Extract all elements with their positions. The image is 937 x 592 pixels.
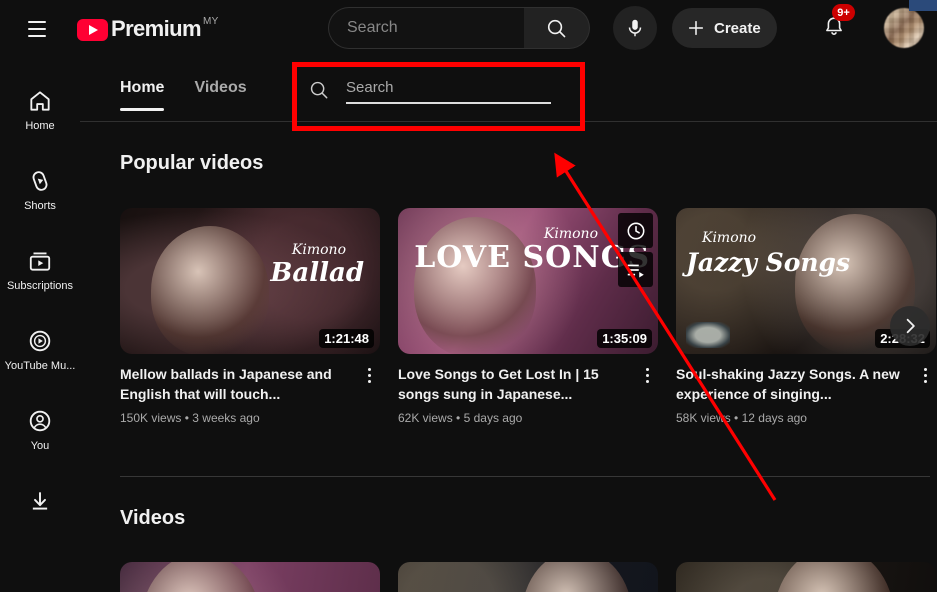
add-to-queue-icon[interactable] <box>618 252 653 287</box>
video-title[interactable]: Love Songs to Get Lost In | 15 songs sun… <box>398 364 630 404</box>
video-card[interactable]: Kimono Ballad 1:21:48 Mellow ballads in … <box>120 208 380 425</box>
section-divider <box>120 476 930 477</box>
channel-search-field[interactable]: Search <box>308 79 551 104</box>
hamburger-menu-icon[interactable] <box>17 9 57 49</box>
main-content: Home Videos Search Popular videos <box>80 57 937 592</box>
sidebar-item-shorts[interactable]: Shorts <box>0 154 80 234</box>
video-published: 3 weeks ago <box>192 411 259 425</box>
video-thumbnail[interactable] <box>676 562 936 592</box>
channel-search-underline <box>346 102 551 104</box>
video-thumbnail[interactable] <box>398 562 658 592</box>
header-search: Search <box>328 7 590 49</box>
sidebar-item-youtube-music[interactable]: YouTube Mu... <box>0 314 80 394</box>
video-title[interactable]: Mellow ballads in Japanese and English t… <box>120 364 352 404</box>
youtube-music-icon <box>27 328 53 354</box>
thumbnail-overlay-kimono: Kimono <box>702 230 756 246</box>
kebab-menu-icon[interactable] <box>636 364 658 425</box>
video-published: 5 days ago <box>464 411 523 425</box>
thumbnail-overlay-title: Ballad <box>270 258 364 288</box>
notifications-button[interactable]: 9+ <box>814 7 854 47</box>
tab-home[interactable]: Home <box>120 79 164 111</box>
sidebar-item-subscriptions[interactable]: Subscriptions <box>0 234 80 314</box>
shorts-icon <box>27 168 53 194</box>
youtube-play-icon <box>77 19 108 41</box>
meta-separator: • <box>456 411 460 425</box>
window-corner-artifact <box>909 0 937 11</box>
plus-icon <box>685 17 707 39</box>
popular-videos-heading: Popular videos <box>120 152 263 175</box>
search-icon <box>308 79 330 101</box>
search-icon <box>545 17 568 40</box>
video-thumbnail[interactable]: Kimono Ballad 1:21:48 <box>120 208 380 354</box>
sidebar-label-shorts: Shorts <box>24 200 56 212</box>
video-title[interactable]: Soul-shaking Jazzy Songs. A new experien… <box>676 364 908 404</box>
chevron-right-icon <box>899 315 921 337</box>
voice-search-button[interactable] <box>613 6 657 50</box>
channel-seal-watermark <box>686 322 730 348</box>
top-header-bar: Premium MY Search <box>0 0 937 57</box>
sidebar-label-you: You <box>31 440 50 452</box>
video-thumbnail[interactable]: Kimono LOVE SONGS <box>398 208 658 354</box>
notification-badge: 9+ <box>832 4 855 21</box>
sidebar-label-subscriptions: Subscriptions <box>7 280 73 292</box>
meta-separator: • <box>734 411 738 425</box>
video-duration: 1:21:48 <box>319 329 374 348</box>
header-search-input[interactable]: Search <box>328 7 524 49</box>
thumbnail-overlay-kimono: Kimono <box>292 242 346 258</box>
channel-search-placeholder: Search <box>346 79 551 102</box>
video-thumbnail[interactable] <box>120 562 380 592</box>
videos-heading: Videos <box>120 507 185 530</box>
video-duration: 1:35:09 <box>597 329 652 348</box>
videos-row <box>120 562 936 592</box>
thumbnail-hover-actions <box>618 213 653 287</box>
video-published: 12 days ago <box>742 411 807 425</box>
popular-videos-row: Kimono Ballad 1:21:48 Mellow ballads in … <box>120 208 936 425</box>
create-button-label: Create <box>714 20 761 37</box>
avatar[interactable] <box>884 8 924 48</box>
tab-videos[interactable]: Videos <box>194 79 246 111</box>
video-views: 62K views <box>398 411 453 425</box>
video-metadata: 150K views • 3 weeks ago <box>120 411 352 425</box>
you-account-icon <box>27 408 53 434</box>
video-metadata: 58K views • 12 days ago <box>676 411 908 425</box>
kebab-menu-icon[interactable] <box>358 364 380 425</box>
brand-word: Premium <box>111 15 201 42</box>
youtube-channel-page: Premium MY Search <box>0 0 937 592</box>
sidebar-label-home: Home <box>25 120 54 132</box>
tabs-divider <box>80 121 937 122</box>
sidebar-label-youtube-music: YouTube Mu... <box>5 360 76 372</box>
sidebar-item-home[interactable]: Home <box>0 74 80 154</box>
header-search-button[interactable] <box>524 7 590 49</box>
kebab-menu-icon[interactable] <box>914 364 936 425</box>
create-button[interactable]: Create <box>672 8 777 48</box>
left-sidebar: Home Shorts Subscript <box>0 57 80 592</box>
video-views: 58K views <box>676 411 731 425</box>
sidebar-item-downloads[interactable] <box>0 474 80 554</box>
channel-tabs: Home Videos Search <box>80 57 937 122</box>
meta-separator: • <box>185 411 189 425</box>
video-metadata: 62K views • 5 days ago <box>398 411 630 425</box>
video-card[interactable]: Kimono LOVE SONGS <box>398 208 658 425</box>
sidebar-item-you[interactable]: You <box>0 394 80 474</box>
home-icon <box>27 88 53 114</box>
header-search-placeholder: Search <box>347 19 398 37</box>
video-views: 150K views <box>120 411 181 425</box>
brand-country-code: MY <box>203 16 219 27</box>
carousel-next-button[interactable] <box>890 306 930 346</box>
microphone-icon <box>624 17 646 39</box>
youtube-premium-logo[interactable]: Premium MY <box>77 15 219 42</box>
thumbnail-overlay-title: LOVE SONGS <box>414 242 650 274</box>
downloads-icon <box>27 488 53 514</box>
subscriptions-icon <box>27 248 53 274</box>
watch-later-clock-icon[interactable] <box>618 213 653 248</box>
thumbnail-overlay-title: Jazzy Songs <box>686 248 850 277</box>
